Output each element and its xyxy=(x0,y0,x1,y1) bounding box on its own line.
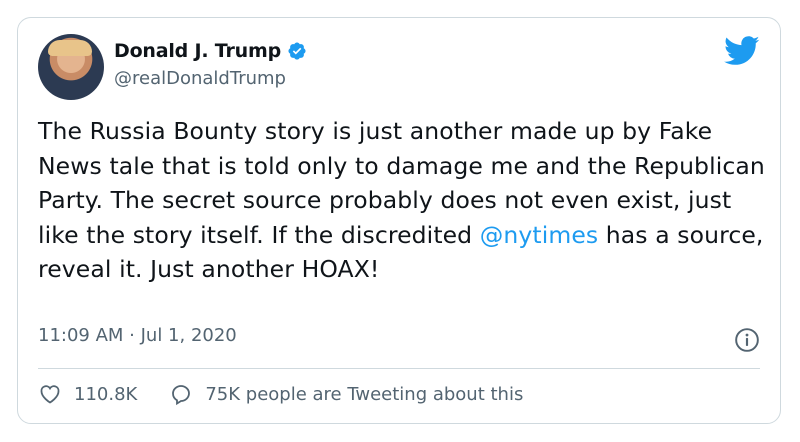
divider xyxy=(38,368,760,369)
speech-bubble-icon xyxy=(172,385,191,406)
like-count: 110.8K xyxy=(74,383,138,405)
verified-badge-icon xyxy=(288,42,306,60)
conversation-button[interactable]: 75K people are Tweeting about this xyxy=(169,382,523,406)
like-button[interactable]: 110.8K xyxy=(38,382,137,406)
author-row: Donald J. Trump xyxy=(114,40,307,62)
conversation-label: 75K people are Tweeting about this xyxy=(205,383,524,405)
author-name[interactable]: Donald J. Trump xyxy=(114,40,281,62)
avatar[interactable] xyxy=(38,34,104,100)
tweet-text: The Russia Bounty story is just another … xyxy=(38,114,768,287)
tweet-card: Donald J. Trump @realDonaldTrump The Rus… xyxy=(17,17,781,424)
timestamp[interactable]: 11:09 AM · Jul 1, 2020 xyxy=(38,325,237,346)
mention-link[interactable]: @nytimes xyxy=(480,221,598,249)
twitter-logo-icon[interactable] xyxy=(724,36,760,66)
author-handle[interactable]: @realDonaldTrump xyxy=(114,68,286,89)
actions-bar: 110.8K 75K people are Tweeting about thi… xyxy=(38,382,555,406)
heart-icon xyxy=(40,385,60,404)
info-icon[interactable] xyxy=(734,327,760,353)
